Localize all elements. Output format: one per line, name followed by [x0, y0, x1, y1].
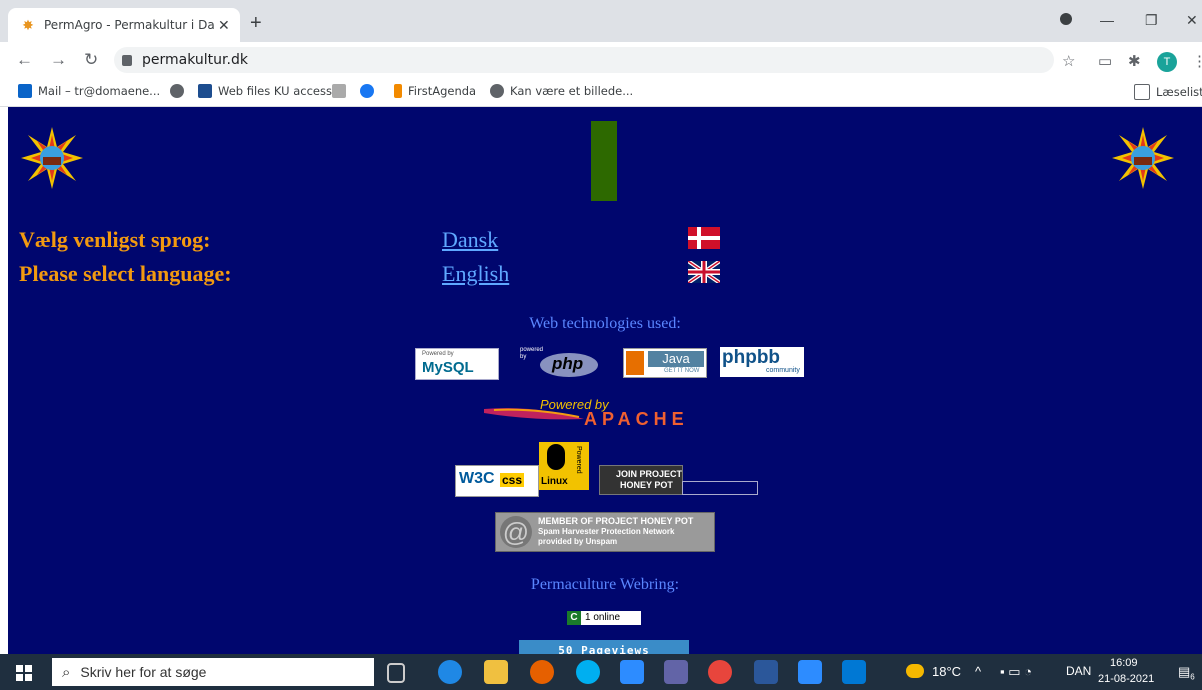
bookmark-star-icon[interactable]: ☆ — [1062, 52, 1075, 70]
word-icon[interactable] — [754, 660, 778, 684]
close-tab-icon[interactable]: ✕ — [218, 17, 230, 34]
chrome-icon[interactable] — [708, 660, 732, 684]
english-link[interactable]: English — [442, 261, 509, 287]
browser-tab[interactable]: ✸ PermAgro - Permakultur i Danmark ✕ — [8, 8, 240, 42]
bookmark-seal[interactable] — [332, 84, 352, 98]
at-sign-icon: @ — [500, 516, 532, 548]
language-prompt-en: Please select language: — [19, 261, 232, 286]
permagro-logo-right — [1112, 127, 1174, 189]
windows-start-icon[interactable] — [16, 665, 32, 681]
broken-image-placeholder — [682, 481, 758, 495]
web-tech-heading: Web technologies used: — [529, 315, 681, 332]
phpbb-badge[interactable]: phpbb community — [720, 347, 804, 377]
reading-list-button[interactable]: Læseliste — [1134, 84, 1202, 100]
php-badge[interactable]: powered by php — [518, 347, 602, 379]
java-badge[interactable]: Java GET IT NOW — [623, 348, 707, 378]
firstagenda-icon — [394, 84, 402, 98]
danish-flag-icon[interactable] — [688, 227, 720, 249]
tab-strip: ✸ PermAgro - Permakultur i Danmark ✕ + —… — [0, 0, 1202, 42]
teams-icon[interactable] — [664, 660, 688, 684]
clock-date[interactable]: 21-08-2021 — [1098, 673, 1154, 685]
pageviews-counter: 50 Pageviews — [519, 640, 689, 654]
site-favicon-icon: ✸ — [22, 17, 34, 33]
bookmark-globe[interactable] — [170, 84, 190, 98]
windows-taskbar: ⌕ Skriv her for at søge 18°C ^ ▪ ▭ ◔ DAN… — [0, 654, 1202, 690]
clock-time[interactable]: 16:09 — [1110, 657, 1138, 669]
bookmark-mail[interactable]: Mail – tr@domaene... — [18, 84, 160, 98]
bookmark-image[interactable]: Kan være et billede... — [490, 84, 633, 98]
reading-mode-icon[interactable]: ▭ — [1098, 52, 1112, 70]
tray-expand-icon[interactable]: ^ — [975, 664, 981, 679]
extensions-icon[interactable]: ✱ — [1128, 52, 1141, 70]
linux-badge[interactable]: Linux Powered — [539, 442, 589, 490]
bookmark-firstagenda[interactable]: FirstAgenda — [394, 84, 476, 98]
browser-toolbar: ← → ↻ permakultur.dk ☆ ▭ ✱ T ⋮ — [0, 42, 1202, 78]
lock-icon — [122, 54, 132, 66]
ku-icon — [198, 84, 212, 98]
taskbar-search[interactable]: ⌕ Skriv her for at søge — [52, 658, 374, 686]
input-language[interactable]: DAN — [1066, 664, 1091, 678]
outlook-icon — [18, 84, 32, 98]
online-counter[interactable]: C 1 online — [567, 611, 641, 625]
webring-heading: Permaculture Webring: — [530, 576, 680, 593]
bookmark-facebook[interactable] — [360, 84, 380, 98]
tux-icon — [547, 444, 565, 470]
permagro-logo-left — [21, 127, 83, 189]
dansk-link[interactable]: Dansk — [442, 227, 498, 253]
reload-icon[interactable]: ↻ — [84, 50, 98, 70]
restore-icon[interactable]: ❐ — [1145, 12, 1158, 29]
zoom-icon[interactable] — [798, 660, 822, 684]
address-bar[interactable]: permakultur.dk — [114, 47, 1054, 73]
forward-icon[interactable]: → — [50, 50, 67, 70]
outlook-taskbar-icon[interactable] — [842, 660, 866, 684]
w3c-css-badge[interactable]: W3C css — [455, 465, 539, 497]
bookmark-web-files[interactable]: Web files KU access — [198, 84, 332, 98]
globe-icon — [170, 84, 184, 98]
new-tab-button[interactable]: + — [250, 12, 262, 35]
tab-title: PermAgro - Permakultur i Danmark — [44, 18, 214, 32]
member-honeypot-badge[interactable]: @ MEMBER OF PROJECT HONEY POT Spam Harve… — [495, 512, 715, 552]
profile-avatar[interactable]: T — [1157, 52, 1177, 72]
task-view-icon[interactable] — [387, 663, 405, 683]
firefox-icon[interactable] — [530, 660, 554, 684]
join-honeypot-badge[interactable]: JOIN PROJECT HONEY POT — [599, 465, 683, 495]
profile-menu-icon[interactable] — [1060, 12, 1072, 28]
weather-icon — [906, 664, 924, 678]
file-explorer-icon[interactable] — [484, 660, 508, 684]
notification-center-icon[interactable]: ▤6 — [1178, 664, 1195, 682]
web-page: Vælg venligst sprog: Please select langu… — [8, 107, 1202, 654]
menu-icon[interactable]: ⋮ — [1192, 52, 1202, 70]
seal-icon — [332, 84, 346, 98]
mysql-badge[interactable]: Powered by MySQL — [415, 348, 499, 380]
green-banner — [591, 121, 617, 201]
skype-icon[interactable] — [576, 660, 600, 684]
edge-icon[interactable] — [438, 660, 462, 684]
url-text: permakultur.dk — [142, 52, 248, 68]
bookmarks-bar: Mail – tr@domaene... Web files KU access… — [0, 78, 1202, 107]
facebook-icon — [360, 84, 374, 98]
java-cup-icon — [626, 351, 644, 375]
language-prompt-da: Vælg venligst sprog: — [19, 227, 211, 252]
skype-business-icon[interactable] — [620, 660, 644, 684]
apache-badge[interactable]: Powered by APACHE — [484, 397, 724, 433]
close-window-icon[interactable]: ✕ — [1186, 12, 1198, 29]
tray-icons[interactable]: ▪ ▭ ◔ — [1000, 664, 1032, 680]
weather-temp[interactable]: 18°C — [932, 664, 961, 679]
back-icon[interactable]: ← — [16, 50, 33, 70]
uk-flag-icon[interactable] — [688, 261, 720, 283]
minimize-icon[interactable]: — — [1100, 12, 1114, 28]
reading-list-icon — [1134, 84, 1150, 100]
globe-icon — [490, 84, 504, 98]
search-icon: ⌕ — [62, 663, 71, 681]
